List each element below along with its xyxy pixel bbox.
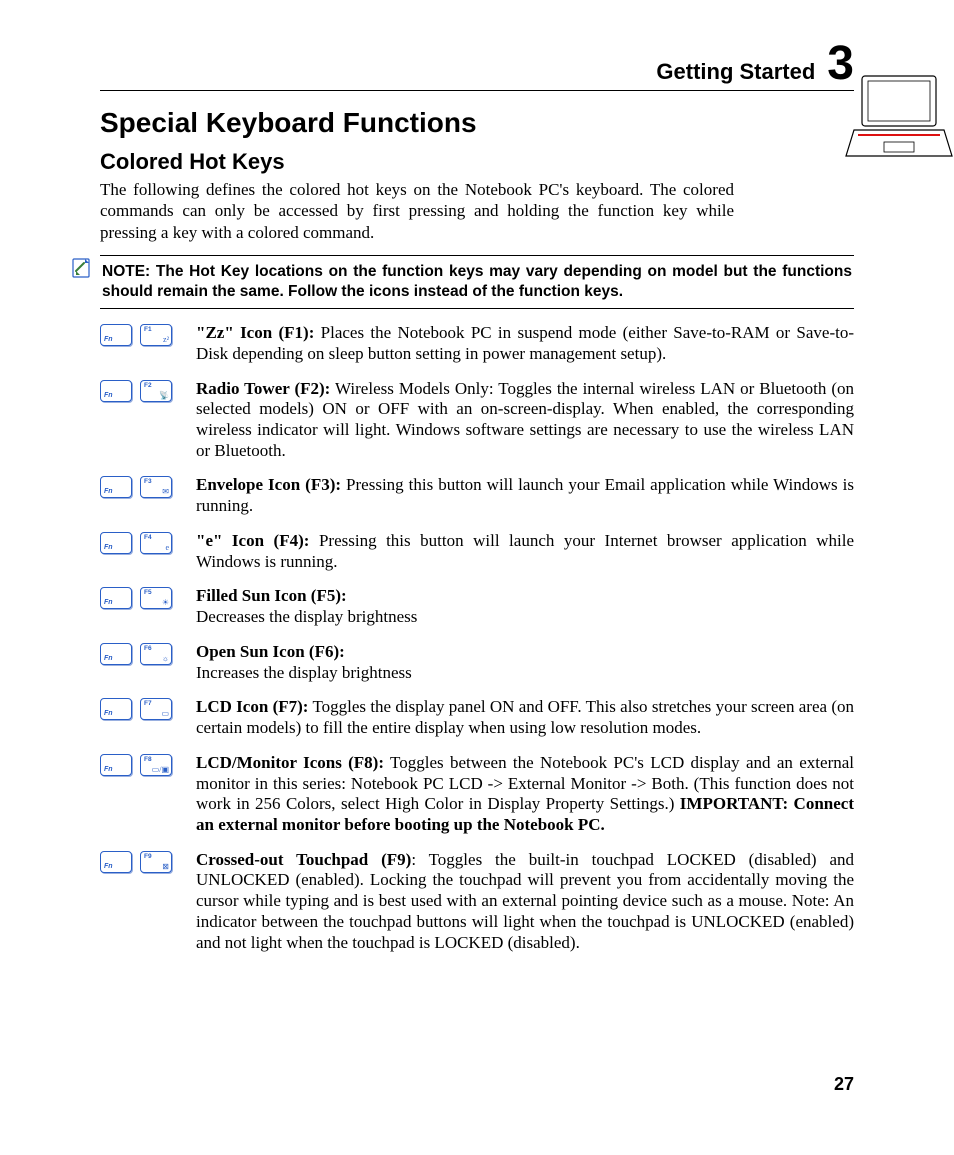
function-key-icon: F2📡 — [140, 380, 172, 402]
hotkey-description: Radio Tower (F2): Wireless Models Only: … — [196, 379, 854, 462]
function-key-icon: F6☼ — [140, 643, 172, 665]
page-header: Getting Started 3 — [100, 40, 854, 91]
hotkey-description: LCD/Monitor Icons (F8): Toggles between … — [196, 753, 854, 836]
note-box: NOTE: The Hot Key locations on the funct… — [70, 255, 854, 309]
hotkey-row: Fn F2📡 Radio Tower (F2): Wireless Models O… — [100, 379, 854, 462]
hotkey-row: Fn F5☀ Filled Sun Icon (F5):Decreases the … — [100, 586, 854, 627]
function-key-icon: F3✉ — [140, 476, 172, 498]
function-key-icon: F9⊠ — [140, 851, 172, 873]
key-pair: Fn F6☼ — [100, 642, 186, 665]
key-pair: Fn F8▭/▣ — [100, 753, 186, 776]
hotkey-description: "e" Icon (F4): Pressing this button will… — [196, 531, 854, 572]
key-pair: Fn F7▭ — [100, 697, 186, 720]
fn-key-icon: Fn — [100, 587, 132, 609]
hotkey-description: Envelope Icon (F3): Pressing this button… — [196, 475, 854, 516]
hotkey-row: Fn F3✉ Envelope Icon (F3): Pressing this b… — [100, 475, 854, 516]
section-title: Special Keyboard Functions — [100, 107, 854, 139]
hotkey-row: Fn F7▭ LCD Icon (F7): Toggles the display … — [100, 697, 854, 738]
hotkey-description: "Zz" Icon (F1): Places the Notebook PC i… — [196, 323, 854, 364]
intro-paragraph: The following defines the colored hot ke… — [100, 179, 734, 243]
key-pair: Fn F9⊠ — [100, 850, 186, 873]
key-pair: Fn F1z² — [100, 323, 186, 346]
hotkey-description: LCD Icon (F7): Toggles the display panel… — [196, 697, 854, 738]
fn-key-icon: Fn — [100, 698, 132, 720]
fn-key-icon: Fn — [100, 754, 132, 776]
hotkey-description: Filled Sun Icon (F5):Decreases the displ… — [196, 586, 854, 627]
hotkey-row: Fn F4e "e" Icon (F4): Pressing this button… — [100, 531, 854, 572]
page-number: 27 — [834, 1074, 854, 1095]
fn-key-icon: Fn — [100, 851, 132, 873]
function-key-icon: F8▭/▣ — [140, 754, 172, 776]
key-pair: Fn F4e — [100, 531, 186, 554]
function-key-icon: F4e — [140, 532, 172, 554]
hotkey-description: Open Sun Icon (F6):Increases the display… — [196, 642, 854, 683]
key-pair: Fn F2📡 — [100, 379, 186, 402]
subsection-title: Colored Hot Keys — [100, 149, 854, 175]
fn-key-icon: Fn — [100, 324, 132, 346]
function-key-icon: F1z² — [140, 324, 172, 346]
key-pair: Fn F3✉ — [100, 475, 186, 498]
fn-key-icon: Fn — [100, 476, 132, 498]
hotkey-list: Fn F1z² "Zz" Icon (F1): Places the Noteboo… — [100, 323, 854, 953]
note-icon — [70, 257, 92, 279]
note-text: NOTE: The Hot Key locations on the funct… — [100, 255, 854, 309]
chapter-title: Getting Started — [656, 59, 815, 85]
hotkey-row: Fn F9⊠ Crossed-out Touchpad (F9): Toggles … — [100, 850, 854, 954]
header-rule — [100, 90, 854, 91]
function-key-icon: F7▭ — [140, 698, 172, 720]
key-pair: Fn F5☀ — [100, 586, 186, 609]
hotkey-description: Crossed-out Touchpad (F9): Toggles the b… — [196, 850, 854, 954]
fn-key-icon: Fn — [100, 643, 132, 665]
hotkey-row: Fn F1z² "Zz" Icon (F1): Places the Noteboo… — [100, 323, 854, 364]
fn-key-icon: Fn — [100, 380, 132, 402]
hotkey-row: Fn F8▭/▣ LCD/Monitor Icons (F8): Toggles b… — [100, 753, 854, 836]
function-key-icon: F5☀ — [140, 587, 172, 609]
hotkey-row: Fn F6☼ Open Sun Icon (F6):Increases the di… — [100, 642, 854, 683]
fn-key-icon: Fn — [100, 532, 132, 554]
laptop-icon — [844, 72, 954, 162]
